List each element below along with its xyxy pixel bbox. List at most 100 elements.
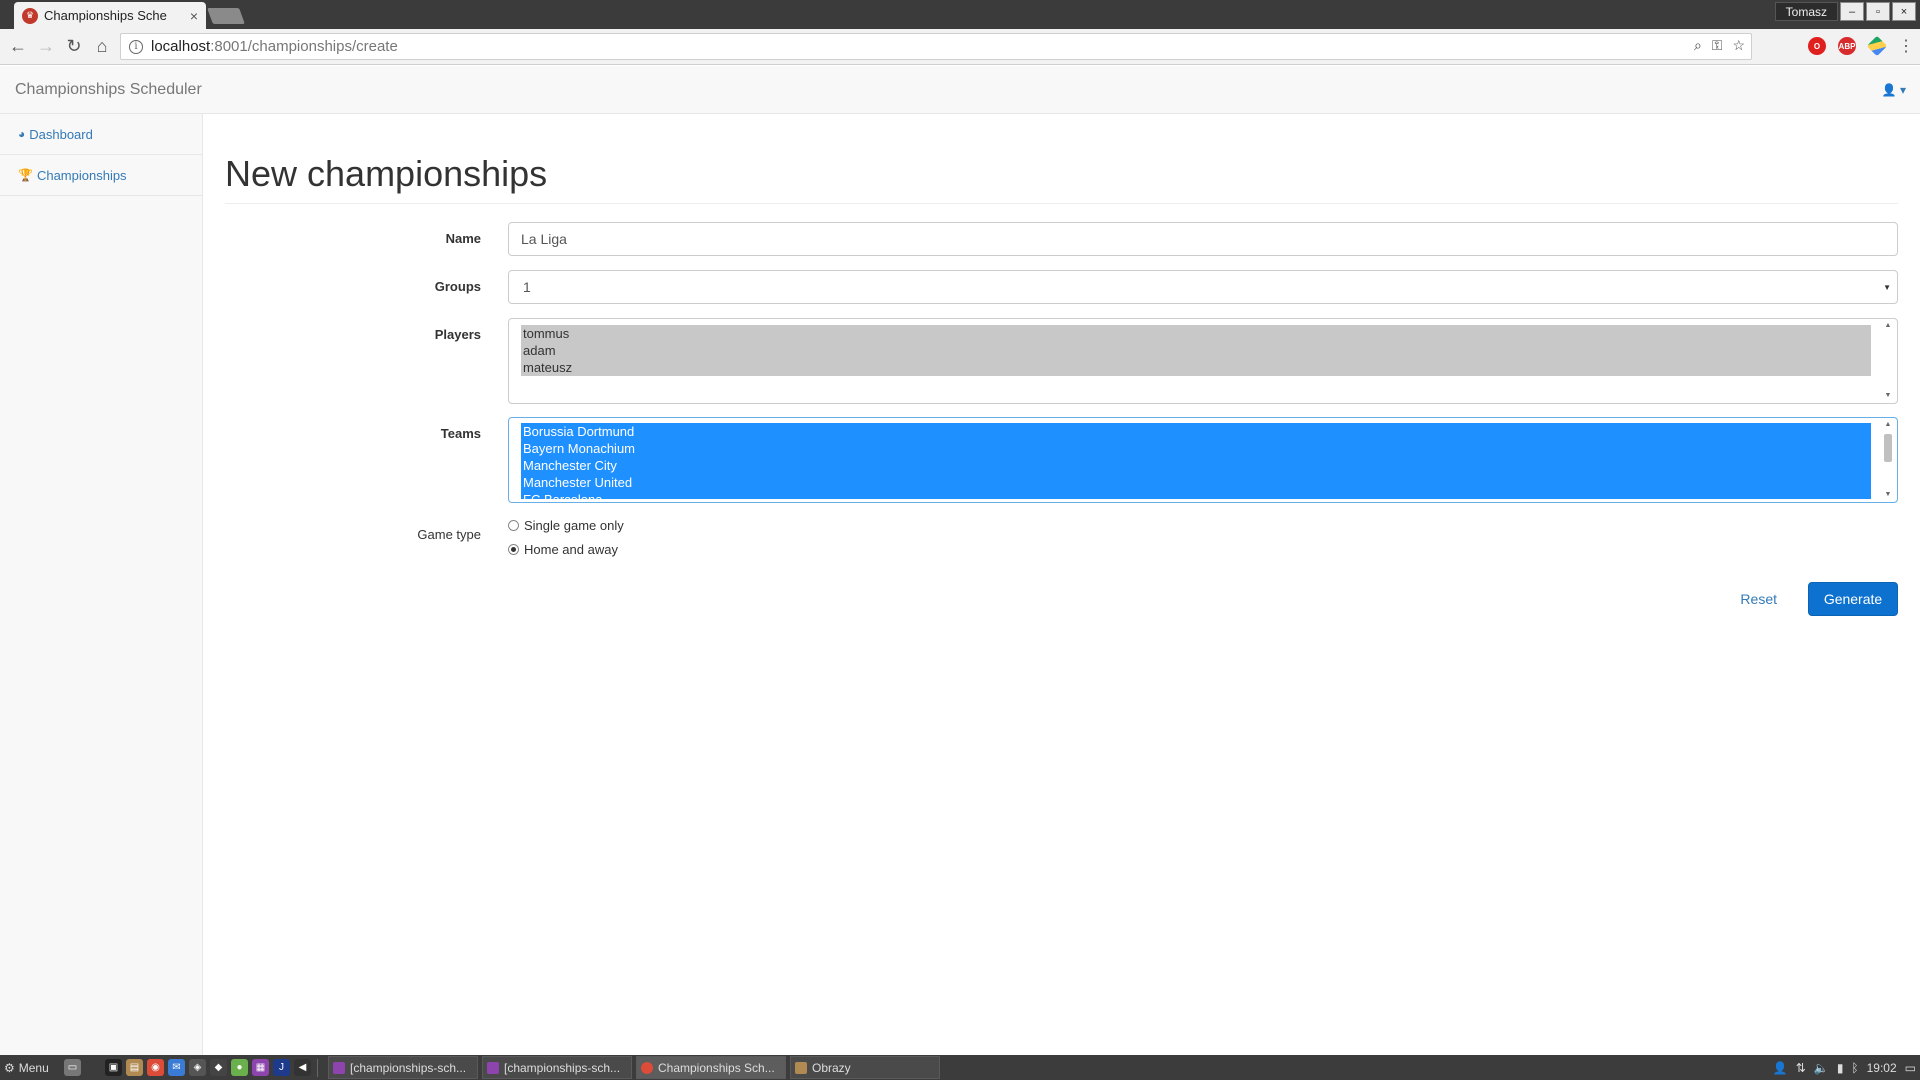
tab-title: Championships Sche	[44, 8, 167, 23]
trophy-icon: 🏆	[18, 168, 33, 182]
sidebar: ◕ Dashboard 🏆 Championships	[0, 114, 203, 1055]
site-info-icon[interactable]: i	[129, 39, 143, 54]
key-icon[interactable]: ⚿	[1712, 37, 1723, 54]
jetbrains-icon[interactable]: J	[273, 1059, 290, 1076]
browser-tab[interactable]: ♛ Championships Sche ×	[14, 2, 206, 29]
user-menu-toggle[interactable]: 👤 ▾	[1882, 83, 1906, 97]
scroll-down-icon[interactable]: ▼	[1881, 490, 1895, 500]
teams-scrollbar[interactable]: ▲ ▼	[1881, 420, 1895, 500]
minimize-button[interactable]: –	[1840, 2, 1864, 21]
taskbar-task[interactable]: [championships-sch...	[328, 1056, 478, 1079]
clock[interactable]: 19:02	[1867, 1061, 1897, 1075]
groups-select[interactable]: 1 ▼	[508, 270, 1898, 304]
tab-close-button[interactable]: ×	[190, 8, 198, 24]
brand-link[interactable]: Championships Scheduler	[15, 81, 202, 99]
teams-options: Borussia Dortmund Bayern Monachium Manch…	[521, 423, 1871, 499]
player-option[interactable]: mateusz	[523, 359, 1869, 376]
thunderbird-icon[interactable]: ✉	[168, 1059, 185, 1076]
media-icon[interactable]: ◆	[210, 1059, 227, 1076]
chrome-icon[interactable]: ◉	[147, 1059, 164, 1076]
notifications-icon[interactable]: ▭	[1905, 1061, 1916, 1075]
dashboard-icon: ◕	[18, 127, 26, 141]
browser-tabstrip: ♛ Championships Sche × Tomasz – ▫ ×	[0, 0, 1920, 29]
team-option[interactable]: Borussia Dortmund	[523, 423, 1869, 440]
ide-icon	[333, 1061, 345, 1074]
page-title: New championships	[225, 154, 1898, 204]
game-type-label: Game type	[417, 527, 481, 542]
address-bar[interactable]: i localhost:8001/championships/create ⌕ …	[120, 33, 1752, 60]
drive-extension-icon[interactable]	[1866, 35, 1888, 57]
taskbar-task[interactable]: Obrazy	[790, 1056, 940, 1079]
start-menu-label: Menu	[18, 1060, 49, 1075]
android-icon[interactable]: ●	[231, 1059, 248, 1076]
reload-icon[interactable]: ↻	[60, 33, 88, 61]
generate-button[interactable]: Generate	[1808, 582, 1898, 616]
taskbar-task[interactable]: Championships Sch...	[636, 1056, 786, 1079]
gear-icon: ⚙	[4, 1060, 15, 1075]
task-label: Obrazy	[812, 1060, 851, 1075]
task-label: [championships-sch...	[504, 1060, 621, 1075]
name-input[interactable]: La Liga	[508, 222, 1898, 256]
radio-home-away-input[interactable]	[508, 544, 519, 555]
radio-single-game[interactable]: Single game only	[508, 518, 624, 533]
back-icon[interactable]: ←	[4, 33, 32, 61]
zoom-icon[interactable]: ⌕	[1694, 37, 1702, 54]
show-desktop-icon[interactable]: ▭	[64, 1059, 81, 1076]
players-multiselect[interactable]: tommus adam mateusz ▲ ▼	[508, 318, 1898, 404]
close-window-button[interactable]: ×	[1892, 2, 1916, 21]
player-option[interactable]: adam	[523, 342, 1869, 359]
taskbar-task[interactable]: [championships-sch...	[482, 1056, 632, 1079]
user-icon: 👤	[1881, 83, 1897, 97]
browser-toolbar: ← → ↻ ⌂ i localhost:8001/championships/c…	[0, 29, 1920, 65]
scroll-thumb[interactable]	[1884, 434, 1892, 462]
radio-label: Single game only	[524, 518, 624, 533]
vscode-icon[interactable]: ◀	[294, 1059, 311, 1076]
battery-icon[interactable]: ▮	[1837, 1061, 1844, 1075]
adblock-extension-icon[interactable]: ABP	[1838, 37, 1856, 55]
ide-icon[interactable]: ▦	[252, 1059, 269, 1076]
url-path: :8001/championships/create	[210, 38, 398, 55]
scroll-up-icon[interactable]: ▲	[1881, 321, 1895, 331]
network-icon[interactable]: ⇅	[1796, 1061, 1806, 1075]
files-icon[interactable]: ▤	[126, 1059, 143, 1076]
volume-icon[interactable]: 🔈	[1814, 1061, 1829, 1075]
teams-label: Teams	[440, 426, 481, 441]
app-launcher-icon[interactable]: ◈	[189, 1059, 206, 1076]
team-option[interactable]: Bayern Monachium	[523, 440, 1869, 457]
profile-button[interactable]: Tomasz	[1774, 2, 1838, 21]
radio-label: Home and away	[524, 542, 618, 557]
home-icon[interactable]: ⌂	[88, 33, 116, 61]
taskbar-separator	[317, 1058, 318, 1077]
scroll-up-icon[interactable]: ▲	[1881, 420, 1895, 430]
app-favicon-icon: ♛	[22, 7, 38, 24]
task-label: [championships-sch...	[350, 1060, 467, 1075]
name-label: Name	[445, 231, 481, 246]
browser-menu-icon[interactable]: ⋮	[1898, 36, 1914, 56]
players-scrollbar[interactable]: ▲ ▼	[1881, 321, 1895, 401]
bookmark-star-icon[interactable]: ☆	[1732, 37, 1745, 54]
user-icon[interactable]: 👤	[1773, 1061, 1788, 1075]
players-label: Players	[434, 327, 481, 342]
terminal-icon[interactable]: ▣	[105, 1059, 122, 1076]
folder-icon	[795, 1061, 807, 1074]
forward-icon[interactable]: →	[32, 33, 60, 61]
sidebar-item-dashboard[interactable]: ◕ Dashboard	[0, 114, 202, 155]
start-menu-button[interactable]: ⚙ Menu	[0, 1061, 60, 1075]
restore-button[interactable]: ▫	[1866, 2, 1890, 21]
task-label: Championships Sch...	[658, 1060, 775, 1075]
teams-multiselect[interactable]: Borussia Dortmund Bayern Monachium Manch…	[508, 417, 1898, 503]
sidebar-item-championships[interactable]: 🏆 Championships	[0, 155, 202, 196]
new-tab-button[interactable]	[207, 8, 245, 24]
player-option[interactable]: tommus	[523, 325, 1869, 342]
bluetooth-icon[interactable]: ᛒ	[1851, 1061, 1858, 1075]
sidebar-item-label: Championships	[36, 167, 127, 183]
radio-single-game-input[interactable]	[508, 520, 519, 531]
radio-home-away[interactable]: Home and away	[508, 542, 618, 557]
team-option[interactable]: FC Barcelona	[523, 491, 1869, 499]
reset-button[interactable]: Reset	[1728, 582, 1789, 616]
app-navbar: Championships Scheduler 👤 ▾	[0, 66, 1920, 114]
team-option[interactable]: Manchester City	[523, 457, 1869, 474]
opera-extension-icon[interactable]: O	[1808, 37, 1826, 55]
team-option[interactable]: Manchester United	[523, 474, 1869, 491]
scroll-down-icon[interactable]: ▼	[1881, 391, 1895, 401]
